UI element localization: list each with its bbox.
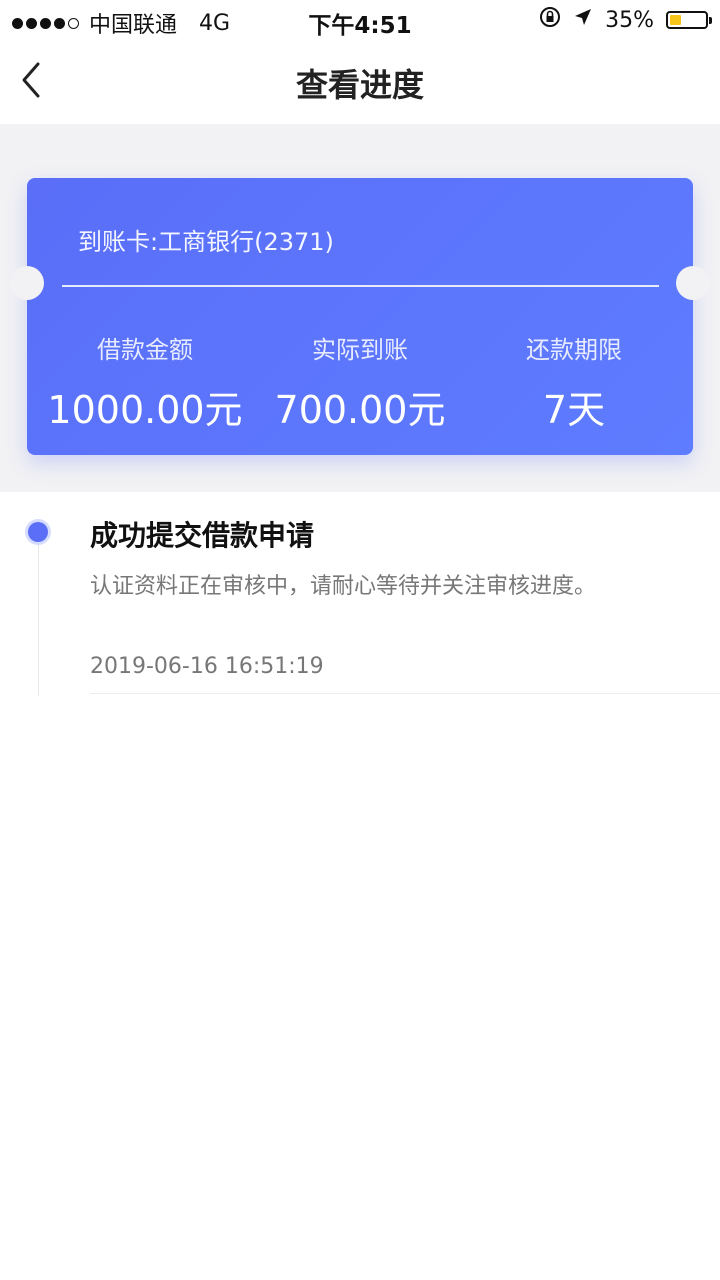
stat-label: 借款金额: [97, 336, 193, 364]
stat-loan-amount: 借款金额 1000.00元: [30, 330, 260, 434]
rotation-lock-icon: [539, 6, 561, 34]
battery-icon: [666, 11, 712, 29]
status-bar: 中国联通 4G 下午4:51 35%: [0, 0, 720, 40]
stat-label: 还款期限: [526, 336, 622, 364]
timeline-separator: [90, 693, 720, 694]
location-arrow-icon: [573, 7, 593, 33]
timeline-item-description: 认证资料正在审核中，请耐心等待并关注审核进度。: [90, 574, 597, 599]
receiving-account: 到账卡:工商银行(2371): [78, 228, 334, 256]
page-title: 查看进度: [295, 66, 424, 104]
stat-actual-received: 实际到账 700.00元: [245, 330, 475, 434]
stat-label: 实际到账: [312, 336, 408, 364]
stat-value: 7天: [542, 388, 606, 432]
stat-value: 700.00元: [274, 388, 446, 432]
card-notch-left: [10, 266, 44, 300]
timeline-line: [38, 532, 39, 696]
timeline-dot-icon: [28, 522, 48, 542]
loan-summary-card: 到账卡:工商银行(2371) 借款金额 1000.00元 实际到账 700.00…: [10, 178, 710, 455]
status-right: 35%: [539, 6, 712, 34]
timeline-item-title: 成功提交借款申请: [90, 519, 315, 552]
navigation-bar: 查看进度: [0, 40, 720, 124]
stat-value: 1000.00元: [47, 388, 243, 432]
battery-percent: 35%: [605, 7, 654, 33]
stat-repayment-term: 还款期限 7天: [459, 330, 689, 434]
card-notch-right: [676, 266, 710, 300]
card-divider: [62, 285, 659, 287]
timeline-item-timestamp: 2019-06-16 16:51:19: [90, 654, 324, 679]
